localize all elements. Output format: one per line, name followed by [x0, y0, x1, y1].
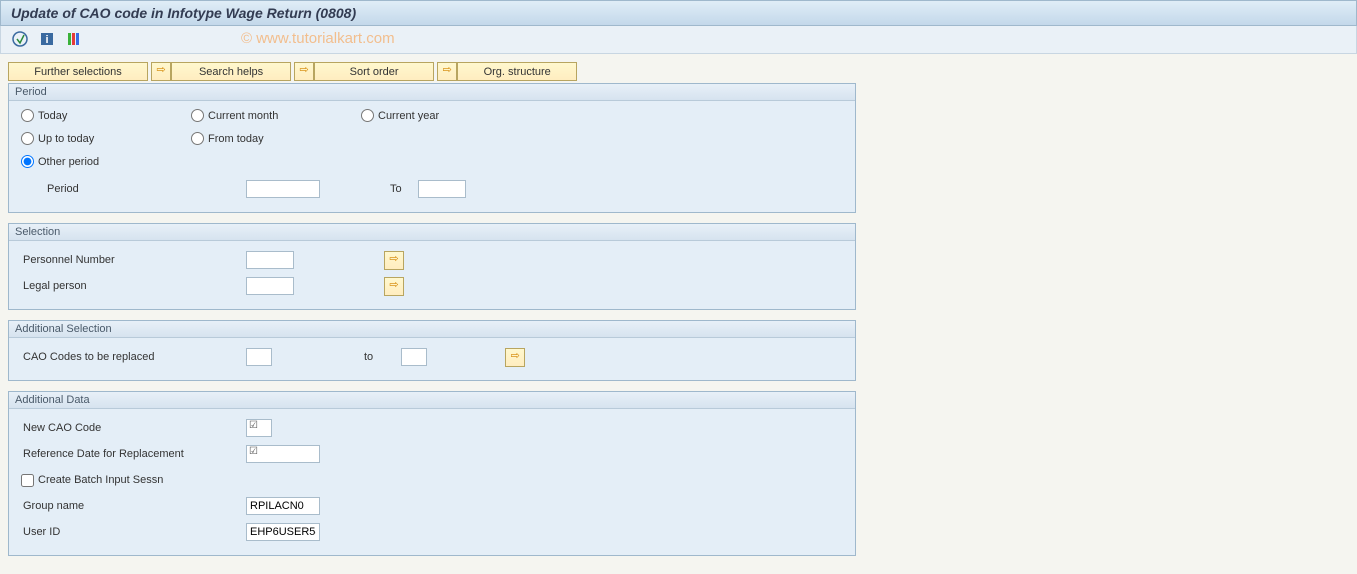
radio-up-to-today[interactable]: Up to today — [21, 132, 191, 145]
new-cao-label: New CAO Code — [21, 422, 246, 434]
page-title: Update of CAO code in Infotype Wage Retu… — [11, 5, 356, 21]
execute-icon[interactable] — [11, 30, 29, 48]
group-title-period: Period — [9, 84, 855, 101]
group-title-adddata: Additional Data — [9, 392, 855, 409]
variant-icon[interactable] — [65, 30, 83, 48]
radio-from-today[interactable]: From today — [191, 132, 361, 145]
cao-codes-label: CAO Codes to be replaced — [21, 351, 246, 363]
new-cao-input[interactable] — [246, 419, 272, 437]
selection-group: Selection Personnel Number ⇨ Legal perso… — [8, 223, 856, 310]
multiple-selection-icon[interactable]: ⇨ — [384, 277, 404, 296]
period-label: Period — [45, 183, 246, 195]
cao-to-input[interactable] — [401, 348, 427, 366]
arrow-icon[interactable]: ⇨ — [151, 62, 171, 81]
period-from-input[interactable] — [246, 180, 320, 198]
cao-from-input[interactable] — [246, 348, 272, 366]
info-icon[interactable]: i — [38, 30, 56, 48]
radio-other-period[interactable]: Other period — [21, 155, 191, 168]
additional-selection-group: Additional Selection CAO Codes to be rep… — [8, 320, 856, 381]
period-group: Period Today Current month Current year … — [8, 83, 856, 213]
user-id-input[interactable] — [246, 523, 320, 541]
legal-person-input[interactable] — [246, 277, 294, 295]
radio-today[interactable]: Today — [21, 109, 191, 122]
personnel-number-input[interactable] — [246, 251, 294, 269]
button-row: Further selections ⇨Search helps ⇨Sort o… — [8, 62, 1349, 81]
org-structure-button[interactable]: Org. structure — [457, 62, 577, 81]
batch-checkbox[interactable]: Create Batch Input Sessn — [21, 474, 163, 487]
arrow-icon[interactable]: ⇨ — [294, 62, 314, 81]
watermark: © www.tutorialkart.com — [241, 30, 395, 47]
content-area: Further selections ⇨Search helps ⇨Sort o… — [0, 54, 1357, 574]
ref-date-label: Reference Date for Replacement — [21, 448, 246, 460]
period-to-input[interactable] — [418, 180, 466, 198]
sort-order-button[interactable]: Sort order — [314, 62, 434, 81]
group-name-label: Group name — [21, 500, 246, 512]
radio-current-month[interactable]: Current month — [191, 109, 361, 122]
cao-to-label: to — [364, 351, 373, 363]
toolbar: i © www.tutorialkart.com — [0, 26, 1357, 54]
multiple-selection-icon[interactable]: ⇨ — [384, 251, 404, 270]
group-name-input[interactable] — [246, 497, 320, 515]
ref-date-input[interactable] — [246, 445, 320, 463]
arrow-icon[interactable]: ⇨ — [437, 62, 457, 81]
search-helps-button[interactable]: Search helps — [171, 62, 291, 81]
legal-person-label: Legal person — [21, 280, 246, 292]
user-id-label: User ID — [21, 526, 246, 538]
further-selections-button[interactable]: Further selections — [8, 62, 148, 81]
svg-text:i: i — [46, 34, 49, 46]
period-to-label: To — [390, 183, 402, 195]
radio-current-year[interactable]: Current year — [361, 109, 531, 122]
additional-data-group: Additional Data New CAO Code ☑ Reference… — [8, 391, 856, 556]
multiple-selection-icon[interactable]: ⇨ — [505, 348, 525, 367]
group-title-addsel: Additional Selection — [9, 321, 855, 338]
title-bar: Update of CAO code in Infotype Wage Retu… — [0, 0, 1357, 26]
group-title-selection: Selection — [9, 224, 855, 241]
personnel-number-label: Personnel Number — [21, 254, 246, 266]
